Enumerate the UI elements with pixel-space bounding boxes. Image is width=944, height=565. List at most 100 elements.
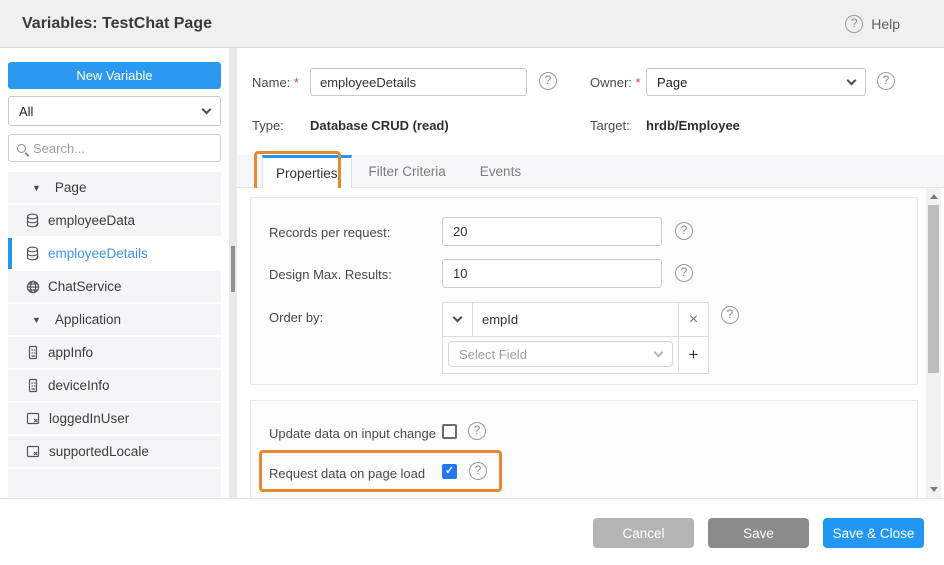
type-label: Type: <box>252 118 284 133</box>
variables-sidebar: New Variable All ▼ Page employeeDa <box>0 48 237 498</box>
request-on-load-checkbox[interactable]: ✓ <box>442 464 457 479</box>
variable-label: deviceInfo <box>48 378 110 393</box>
update-on-input-help-icon[interactable]: ? <box>468 422 486 440</box>
static-variable-icon <box>26 411 41 426</box>
name-field[interactable] <box>310 68 527 96</box>
properties-card: Records per request: ? Design Max. Resul… <box>250 197 918 385</box>
group-label: Application <box>55 312 121 327</box>
select-field-placeholder: Select Field <box>459 347 527 362</box>
scroll-down-arrow-icon[interactable] <box>930 487 938 492</box>
search-box[interactable] <box>8 134 221 162</box>
request-on-load-help-icon[interactable]: ? <box>469 462 487 480</box>
device-info-icon <box>26 378 40 393</box>
check-icon: ✓ <box>445 466 454 477</box>
owner-value: Page <box>657 75 687 90</box>
design-max-help-icon[interactable]: ? <box>675 264 693 282</box>
name-label: Name: * <box>252 75 299 90</box>
help-circle-icon: ? <box>845 15 863 33</box>
main-scrollbar-track[interactable] <box>926 188 941 498</box>
add-order-field-row: Select Field + <box>443 337 708 373</box>
order-by-control: empId × Select Field + <box>442 302 709 374</box>
variable-list: ▼ Page employeeData employeeDetails <box>8 172 221 497</box>
save-and-close-button[interactable]: Save & Close <box>823 518 924 548</box>
owner-help-icon[interactable]: ? <box>877 72 895 90</box>
new-variable-button[interactable]: New Variable <box>8 62 221 89</box>
variable-label: employeeDetails <box>48 246 148 261</box>
sidebar-item-loggedinuser[interactable]: loggedInUser <box>8 403 221 434</box>
order-direction-button[interactable] <box>443 303 473 336</box>
dialog-header: Variables: TestChat Page ? Help <box>0 0 944 48</box>
order-by-value: empId <box>473 303 678 336</box>
request-on-load-label: Request data on page load <box>269 466 425 481</box>
update-on-input-label: Update data on input change <box>269 426 436 441</box>
sidebar-item-deviceinfo[interactable]: deviceInfo <box>8 370 221 401</box>
tab-content: Records per request: ? Design Max. Resul… <box>237 188 944 498</box>
records-per-request-label: Records per request: <box>269 225 390 240</box>
design-max-results-field[interactable] <box>442 259 662 288</box>
search-icon <box>17 144 26 153</box>
tab-events[interactable]: Events <box>463 155 538 187</box>
variable-label: supportedLocale <box>49 444 149 459</box>
database-icon <box>26 246 40 262</box>
sidebar-scrollbar-thumb[interactable] <box>231 246 235 292</box>
help-button[interactable]: ? Help <box>845 15 900 33</box>
update-on-input-checkbox[interactable]: ✓ <box>442 424 457 439</box>
variable-editor: Name: * ? Owner: * Page ? Type: Database… <box>237 48 944 498</box>
owner-select[interactable]: Page <box>646 68 866 96</box>
main-scrollbar-thumb[interactable] <box>928 205 939 373</box>
save-button[interactable]: Save <box>708 518 809 548</box>
name-help-icon[interactable]: ? <box>539 72 557 90</box>
select-field-dropdown[interactable]: Select Field <box>448 341 673 367</box>
sidebar-item-employeedetails[interactable]: employeeDetails <box>8 238 221 269</box>
records-help-icon[interactable]: ? <box>675 222 693 240</box>
variable-filter-value: All <box>19 104 33 119</box>
target-value: hrdb/Employee <box>646 118 740 133</box>
tab-properties[interactable]: Properties <box>262 155 352 188</box>
selected-indicator <box>8 238 12 269</box>
sidebar-item-appinfo[interactable]: appInfo <box>8 337 221 368</box>
sidebar-item-supportedlocale[interactable]: supportedLocale <box>8 436 221 467</box>
records-per-request-field[interactable] <box>442 217 662 246</box>
scroll-up-arrow-icon[interactable] <box>930 194 938 199</box>
tab-bar: Properties Filter Criteria Events <box>237 155 944 188</box>
variable-filter-select[interactable]: All <box>8 96 221 126</box>
help-label: Help <box>871 16 900 32</box>
sidebar-scrollbar-track[interactable] <box>229 48 237 498</box>
database-icon <box>26 213 40 229</box>
tab-filter-criteria[interactable]: Filter Criteria <box>352 155 463 187</box>
required-asterisk: * <box>636 75 641 90</box>
sidebar-group-application[interactable]: ▼ Application <box>8 304 221 335</box>
order-by-help-icon[interactable]: ? <box>721 306 739 324</box>
chevron-down-icon <box>654 347 664 357</box>
add-order-field-button[interactable]: + <box>678 337 708 373</box>
sidebar-item-chatservice[interactable]: ChatService <box>8 271 221 302</box>
required-asterisk: * <box>294 75 299 90</box>
variable-summary-form: Name: * ? Owner: * Page ? Type: Database… <box>237 48 944 155</box>
device-info-icon <box>26 345 40 360</box>
order-by-row: empId × <box>443 303 708 337</box>
remove-order-field-button[interactable]: × <box>678 303 708 336</box>
globe-icon <box>26 280 40 294</box>
sidebar-item-employeedata[interactable]: employeeData <box>8 205 221 236</box>
caret-down-icon: ▼ <box>32 183 41 193</box>
search-input[interactable] <box>33 141 203 156</box>
variable-label: appInfo <box>48 345 93 360</box>
sidebar-group-page[interactable]: ▼ Page <box>8 172 221 203</box>
variable-label: ChatService <box>48 279 122 294</box>
cancel-button[interactable]: Cancel <box>593 518 694 548</box>
chevron-down-icon <box>847 75 857 85</box>
variable-label: employeeData <box>48 213 135 228</box>
design-max-results-label: Design Max. Results: <box>269 267 392 282</box>
target-label: Target: <box>590 118 630 133</box>
order-by-label: Order by: <box>269 310 323 325</box>
caret-down-icon: ▼ <box>32 315 41 325</box>
list-item-partial <box>8 469 221 497</box>
chevron-down-icon <box>202 104 212 114</box>
dialog-footer: Cancel Save Save & Close <box>0 498 944 565</box>
owner-label: Owner: * <box>590 75 641 90</box>
type-value: Database CRUD (read) <box>310 118 449 133</box>
options-card: Update data on input change ✓ ? Request … <box>250 400 918 498</box>
static-variable-icon <box>26 444 41 459</box>
page-title: Variables: TestChat Page <box>22 15 212 33</box>
chevron-down-icon <box>453 313 463 323</box>
